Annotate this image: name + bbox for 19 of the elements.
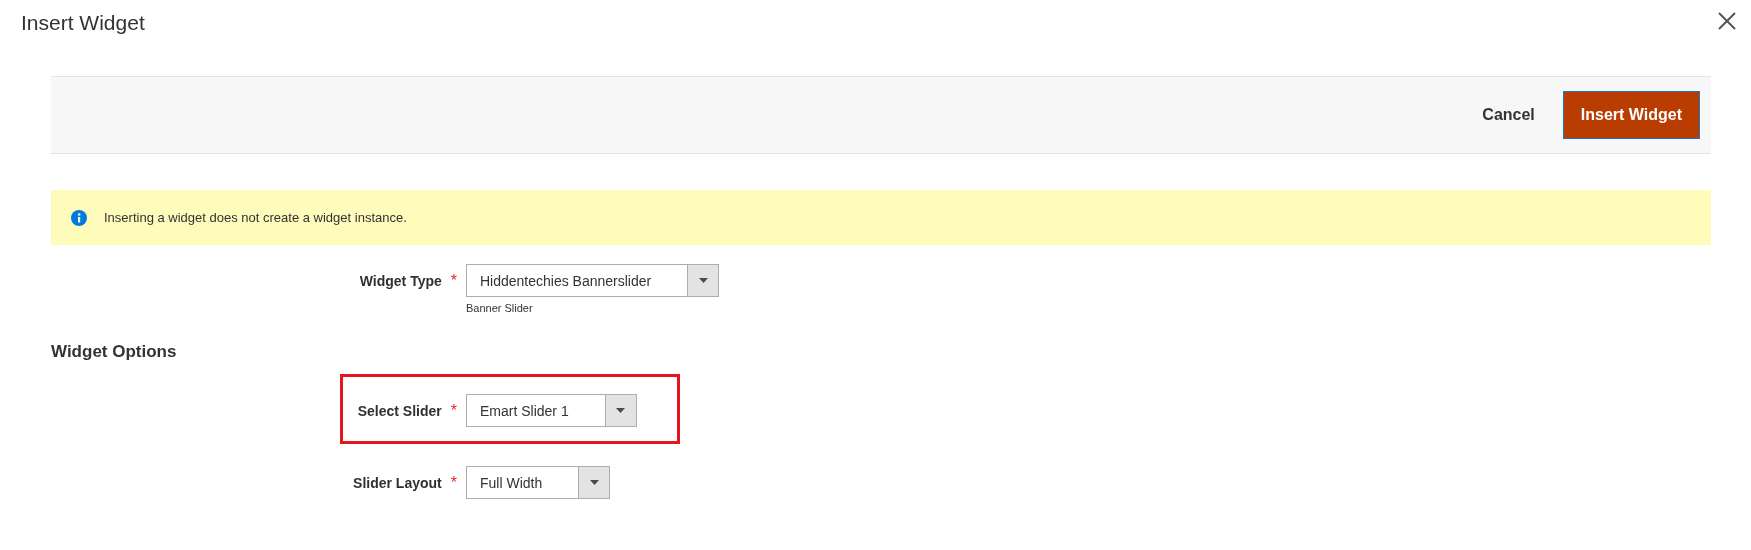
caret-icon — [698, 278, 708, 283]
field-label: Widget Type — [359, 272, 442, 289]
cancel-link[interactable]: Cancel — [1480, 102, 1537, 128]
field-label: Slider Layout — [353, 474, 442, 491]
dialog-title: Insert Widget — [20, 10, 145, 35]
section-heading: Widget Options — [51, 342, 178, 362]
select-dropdown[interactable]: Hiddentechies Bannerslider — [466, 264, 720, 297]
insert-button[interactable]: Insert Widget — [1562, 91, 1700, 139]
notice-text: Inserting a widget does not create a widget instance. — [104, 210, 407, 225]
caret-icon — [616, 408, 626, 413]
select-dropdown[interactable]: Full Width — [466, 466, 611, 499]
required-mark: * — [450, 271, 457, 290]
required-mark: * — [450, 401, 457, 420]
field-label: Select Slider — [357, 402, 442, 419]
caret-icon — [589, 480, 599, 485]
required-mark: * — [450, 473, 457, 492]
select-dropdown[interactable]: Emart Slider 1 — [466, 394, 637, 427]
field-note: Banner Slider — [466, 302, 534, 314]
info-icon — [71, 209, 87, 226]
